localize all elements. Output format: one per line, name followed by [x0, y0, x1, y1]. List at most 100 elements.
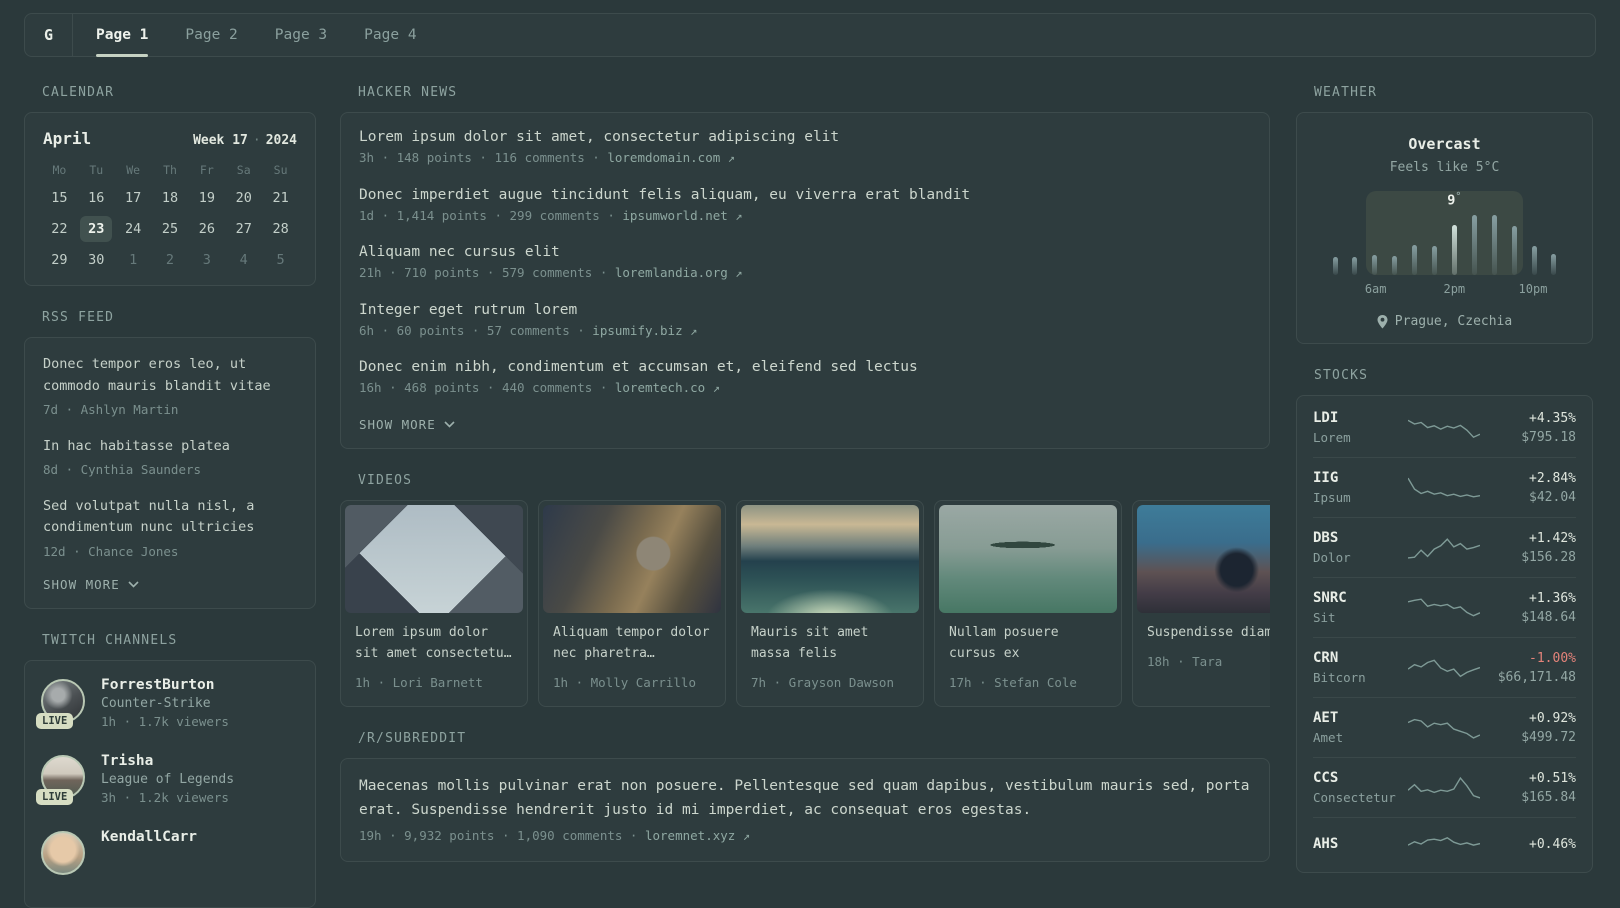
hn-story-title[interactable]: Integer eget rutrum lorem: [359, 302, 1251, 318]
temperature-bar: [1372, 255, 1378, 275]
video-title: Lorem ipsum dolor sit amet consectetu…: [355, 624, 512, 661]
time-axis-label: 6am: [1364, 282, 1387, 296]
subreddit-post-domain[interactable]: loremnet.xyz ↗: [645, 828, 750, 843]
rss-item: In hac habitasse platea 8d · Cynthia Saun…: [43, 436, 297, 480]
chevron-down-icon: [444, 421, 455, 428]
stock-price: $499.72: [1521, 729, 1576, 745]
weather-feels-like: Feels like 5°C: [1389, 160, 1500, 175]
calendar-day: 28: [272, 220, 289, 237]
tab-page-3[interactable]: Page 3: [275, 14, 327, 56]
stock-change: +2.84%: [1529, 470, 1576, 486]
hn-story-title[interactable]: Lorem ipsum dolor sit amet, consectetur …: [359, 129, 1251, 145]
stock-values: +0.46%: [1482, 837, 1576, 852]
calendar-year: 2024: [265, 133, 297, 148]
stocks-widget: LDI Lorem +4.35% $795.18 IIG Ipsum +2.84% $42.0…: [1296, 395, 1593, 873]
stock-row[interactable]: IIG Ipsum +2.84% $42.04: [1313, 457, 1576, 517]
calendar-day: 18: [161, 189, 179, 206]
hn-story-title[interactable]: Donec imperdiet augue tincidunt felis al…: [359, 187, 1251, 203]
stock-row[interactable]: AET Amet +0.92% $499.72: [1313, 697, 1576, 757]
stock-name: Sit: [1313, 610, 1336, 625]
stock-row[interactable]: LDI Lorem +4.35% $795.18: [1313, 398, 1576, 457]
stock-price: $165.84: [1521, 789, 1576, 805]
hn-story-meta: 3h · 148 points · 116 comments · loremdo…: [359, 148, 1251, 168]
dashboard-page: G Page 1 Page 2 Page 3 Page 4 CALENDAR Apri…: [0, 0, 1620, 908]
video-thumbnail: [1137, 504, 1270, 613]
video-card[interactable]: Lorem ipsum dolor sit amet consectetu… 1h…: [340, 499, 528, 707]
avatar: LIVE: [36, 755, 85, 806]
calendar-section-header: CALENDAR: [42, 85, 115, 100]
stock-row[interactable]: CCS Consectetur +0.51% $165.84: [1313, 757, 1576, 817]
tab-page-4[interactable]: Page 4: [364, 14, 416, 56]
video-title: Nullam posuere cursus ex: [949, 624, 1059, 661]
channel-name[interactable]: ForrestBurton: [101, 677, 229, 693]
rss-item-meta: 12d · Chance Jones: [43, 543, 179, 559]
channel-name[interactable]: KendallCarr: [101, 829, 197, 845]
twitch-channel-row[interactable]: LIVE ForrestBurton Counter-Strike 1h · 1.7k…: [36, 677, 299, 730]
calendar-day: 3: [202, 251, 211, 268]
calendar-day: 19: [198, 189, 215, 206]
tab-page-2[interactable]: Page 2: [185, 14, 237, 56]
stock-spark-container: [1407, 594, 1480, 622]
rss-item-title[interactable]: Sed volutpat nulla nisl, a condimentum n…: [43, 496, 297, 539]
middle-column: HACKER NEWS Lorem ipsum dolor sit amet, …: [340, 61, 1270, 908]
stock-row[interactable]: AHS +0.46%: [1313, 817, 1576, 870]
stock-id: CCS Consectetur: [1313, 770, 1405, 805]
hn-story-title[interactable]: Donec enim nibh, condimentum et accumsan…: [359, 359, 1251, 375]
calendar-day: 25: [161, 220, 179, 237]
stock-id: DBS Dolor: [1313, 530, 1405, 565]
subreddit-widget: Maecenas mollis pulvinar erat non posuer…: [340, 757, 1270, 863]
channel-category: League of Legends: [101, 772, 235, 788]
chevron-down-icon: [128, 581, 139, 588]
channel-name[interactable]: Trisha: [101, 753, 234, 769]
stock-name: Consectetur: [1313, 790, 1396, 805]
avatar: [41, 831, 85, 876]
hn-story-domain[interactable]: loremtech.co ↗: [615, 380, 720, 395]
video-card[interactable]: Mauris sit amet massa felis 7h · Grayson …: [736, 499, 924, 707]
twitch-channel-row[interactable]: LIVE Trisha League of Legends 3h · 1.2k vie…: [36, 753, 299, 806]
calendar-title-row: April Week 17 · 2024: [41, 129, 299, 148]
hn-story-meta-text: 1d · 1,414 points · 299 comments ·: [359, 207, 623, 223]
calendar-day: 17: [125, 189, 142, 206]
weekday-label: Mo: [52, 163, 67, 177]
stock-row[interactable]: DBS Dolor +1.42% $156.28: [1313, 517, 1576, 577]
hn-story-title[interactable]: Aliquam nec cursus elit: [359, 244, 1251, 260]
twitch-channel-info: Trisha League of Legends 3h · 1.2k viewers: [101, 753, 234, 805]
app-logo[interactable]: G: [25, 14, 73, 56]
video-card[interactable]: Suspendisse diam 18h · Tara: [1132, 499, 1270, 707]
tab-page-1[interactable]: Page 1: [96, 14, 149, 57]
twitch-channel-row[interactable]: KendallCarr: [41, 829, 299, 876]
stock-values: +0.92% $499.72: [1482, 711, 1576, 745]
hn-show-more-button[interactable]: SHOW MORE: [359, 417, 1251, 432]
live-badge: LIVE: [36, 789, 74, 806]
temperature-bar: [1352, 257, 1358, 275]
weather-location: Prague, Czechia: [1394, 314, 1513, 329]
stock-name: Amet: [1313, 730, 1344, 745]
temperature-bar: [1451, 225, 1457, 275]
video-thumbnail: [345, 504, 523, 613]
stock-name: Bitcorn: [1313, 670, 1366, 685]
hn-story-domain[interactable]: loremlandia.org ↗: [615, 265, 743, 280]
twitch-channel-info: ForrestBurton Counter-Strike 1h · 1.7k vie…: [101, 677, 229, 729]
rss-show-more-button[interactable]: SHOW MORE: [43, 577, 297, 592]
video-card[interactable]: Aliquam tempor dolor nec pharetra… 1h · M…: [538, 499, 726, 707]
rss-item-title[interactable]: In hac habitasse platea: [43, 436, 297, 458]
temperature-bar: [1432, 246, 1438, 275]
video-card[interactable]: Nullam posuere cursus ex 17h · Stefan Col…: [934, 499, 1122, 707]
video-title: Suspendisse diam: [1147, 624, 1270, 640]
subreddit-post-list: Maecenas mollis pulvinar erat non posuer…: [359, 775, 1251, 845]
hn-story-meta-text: 21h · 710 points · 579 comments ·: [359, 265, 615, 281]
rss-item-title[interactable]: Donec tempor eros leo, ut commodo mauris…: [43, 354, 297, 397]
stock-name: Dolor: [1313, 550, 1351, 565]
hn-story-domain[interactable]: ipsumify.biz ↗: [592, 323, 697, 338]
calendar-day: 16: [88, 189, 105, 206]
stock-row[interactable]: SNRC Sit +1.36% $148.64: [1313, 577, 1576, 637]
weather-widget: Overcast Feels like 5°C 9° 6am 2pm 10pm Pr…: [1296, 112, 1593, 344]
hn-story-domain[interactable]: ipsumworld.net ↗: [622, 208, 742, 223]
stock-price: $156.28: [1521, 549, 1576, 565]
subreddit-post-title[interactable]: Maecenas mollis pulvinar erat non posuer…: [359, 775, 1251, 823]
hn-story-domain[interactable]: loremdomain.com ↗: [607, 150, 735, 165]
external-link-icon: ↗: [742, 828, 751, 843]
stock-ticker: IIG: [1313, 470, 1339, 486]
stock-row[interactable]: CRN Bitcorn -1.00% $66,171.48: [1313, 637, 1576, 697]
rss-item: Donec tempor eros leo, ut commodo mauris…: [43, 354, 297, 420]
